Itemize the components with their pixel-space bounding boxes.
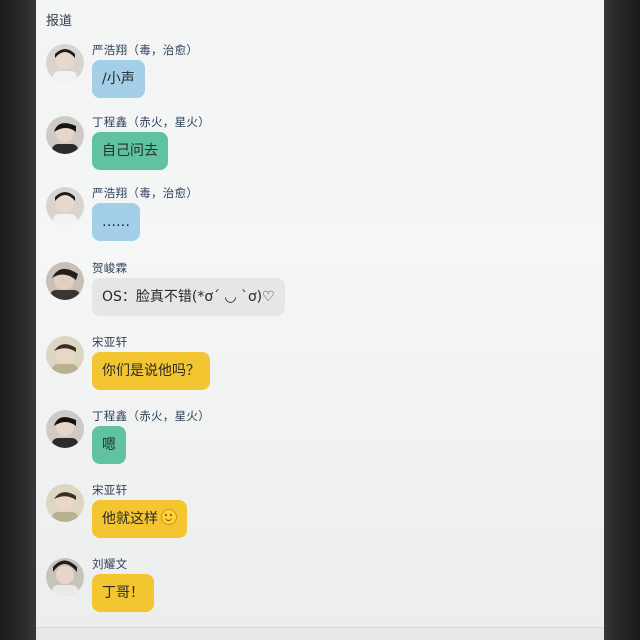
sender-name: 刘耀文	[92, 557, 128, 571]
avatar[interactable]	[46, 187, 84, 225]
sender-name: 宋亚轩	[92, 335, 128, 349]
chat-screen[interactable]: 报道 严浩翔（毒，治愈） /小声 丁程鑫（赤火，星火） 自己问去 严浩翔（毒，治…	[36, 0, 604, 640]
device-bezel-left	[0, 0, 38, 640]
device-bezel-right	[602, 0, 640, 640]
input-bar[interactable]	[36, 627, 604, 640]
message-bubble[interactable]: 你们是说他吗？	[92, 352, 210, 390]
avatar[interactable]	[46, 410, 84, 448]
message-bubble[interactable]: 丁哥！	[92, 574, 154, 612]
avatar[interactable]	[46, 116, 84, 154]
avatar[interactable]	[46, 44, 84, 82]
avatar[interactable]	[46, 484, 84, 522]
avatar[interactable]	[46, 558, 84, 596]
sender-name: 严浩翔（毒，治愈）	[92, 43, 199, 57]
sender-name: 贺峻霖	[92, 261, 128, 275]
message-bubble[interactable]: 嗯	[92, 426, 126, 464]
message-bubble[interactable]: 他就这样	[92, 500, 187, 538]
sender-name: 严浩翔（毒，治愈）	[92, 186, 199, 200]
chat-title: 报道	[46, 14, 73, 29]
sender-name: 宋亚轩	[92, 483, 128, 497]
message-bubble[interactable]: /小声	[92, 60, 145, 98]
message-bubble[interactable]: 自己问去	[92, 132, 168, 170]
avatar[interactable]	[46, 262, 84, 300]
avatar[interactable]	[46, 336, 84, 374]
smile-emoji-icon	[161, 509, 177, 525]
message-bubble[interactable]: OS：脸真不错(*ơ´ ◡ `ơ)♡	[92, 278, 285, 316]
sender-name: 丁程鑫（赤火，星火）	[92, 409, 210, 423]
sender-name: 丁程鑫（赤火，星火）	[92, 115, 210, 129]
message-text: 他就这样	[102, 511, 158, 527]
message-bubble[interactable]: ……	[92, 203, 140, 241]
